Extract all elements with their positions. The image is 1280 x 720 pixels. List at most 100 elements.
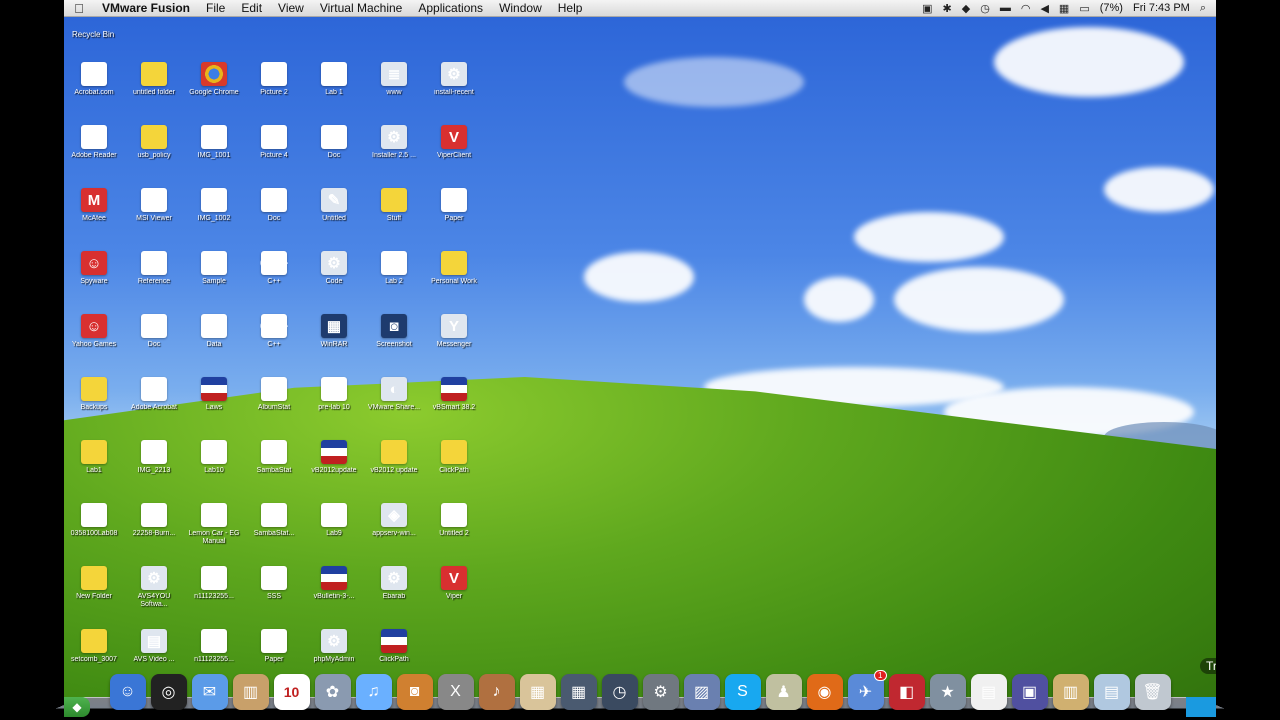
menu-edit[interactable]: Edit xyxy=(233,1,270,15)
desktop-icon[interactable]: V ViperClient xyxy=(424,125,484,188)
dock-preview-icon[interactable]: ▦ xyxy=(519,674,556,710)
desktop-icon[interactable]: ▤ Adobe Acrobat xyxy=(124,377,184,440)
menu-vmware-fusion[interactable]: VMware Fusion xyxy=(94,1,198,15)
flag-icon[interactable]: ▦ xyxy=(1059,2,1069,15)
desktop-icon[interactable]: ▤ IMG_1001 xyxy=(184,125,244,188)
dock-downloads-icon[interactable]: ▥ xyxy=(1052,674,1089,710)
desktop-icon[interactable]: ▤ Doc xyxy=(244,188,304,251)
desktop-icon[interactable]: A Acrobat.com xyxy=(64,62,124,125)
desktop-icon[interactable]: usb_policy xyxy=(124,125,184,188)
desktop-icon[interactable]: Lab1 xyxy=(64,440,124,503)
time-machine-icon[interactable]: ◷ xyxy=(980,2,990,15)
menu-help[interactable]: Help xyxy=(550,1,591,15)
desktop-icon[interactable]: ▤ IMG_2213 xyxy=(124,440,184,503)
menu-view[interactable]: View xyxy=(270,1,312,15)
wifi-icon[interactable]: ◠ xyxy=(1021,2,1031,15)
apple-menu-icon[interactable]:  xyxy=(64,1,94,16)
desktop-icon[interactable]: W Lab10 xyxy=(184,440,244,503)
desktop-icon[interactable]: ▤ IMG_1002 xyxy=(184,188,244,251)
desktop-icon[interactable]: C++ C++ xyxy=(244,251,304,314)
volume-icon[interactable]: ◀ xyxy=(1040,2,1048,15)
dock-ical-icon[interactable]: 10 xyxy=(273,674,310,710)
dock-document-icon[interactable]: ▤ xyxy=(970,674,1007,710)
dock-finder-icon[interactable]: ☺ xyxy=(109,674,146,710)
dock-skype-icon[interactable]: S xyxy=(724,674,761,710)
desktop-icon[interactable]: ◙ Screenshot xyxy=(364,314,424,377)
desktop-icon[interactable]: ▤ Paper xyxy=(424,188,484,251)
desktop-icon[interactable]: ▣ Picture 4 xyxy=(244,125,304,188)
dock-automator-icon[interactable]: ♟ xyxy=(765,674,802,710)
desktop-icon[interactable]: ▤ Sample xyxy=(184,251,244,314)
dock-firefox-icon[interactable]: ◉ xyxy=(806,674,843,710)
desktop-icon[interactable]: ⚙ Code xyxy=(304,251,364,314)
desktop-icon[interactable]: ▤ Lab 2 xyxy=(364,251,424,314)
desktop-icon[interactable]: ◐ VMware Share... xyxy=(364,377,424,440)
desktop-icon[interactable]: Backups xyxy=(64,377,124,440)
desktop-icon[interactable]: ▦ WinRAR xyxy=(304,314,364,377)
desktop-icon[interactable]: V Viper xyxy=(424,566,484,629)
dock-dashboard-icon[interactable]: ◎ xyxy=(150,674,187,710)
desktop-icon[interactable]: ◈ appserv-win... xyxy=(364,503,424,566)
desktop-icon[interactable]: New Folder xyxy=(64,566,124,629)
desktop-icon[interactable]: ▤ n11123255... xyxy=(184,566,244,629)
desktop-icon[interactable]: ⚙ install-recent xyxy=(424,62,484,125)
desktop-icon[interactable]: vBulletin-3-... xyxy=(304,566,364,629)
dock-time-machine-icon[interactable]: ◷ xyxy=(601,674,638,710)
menu-window[interactable]: Window xyxy=(491,1,550,15)
desktop-icon[interactable]: Wpre-lab 10 xyxy=(304,377,364,440)
desktop-icon[interactable]: ▤ MSI Viewer xyxy=(124,188,184,251)
battery-icon[interactable]: ▭ xyxy=(1079,2,1089,15)
desktop-icon[interactable]: ▤ SSS xyxy=(244,566,304,629)
desktop-icon[interactable]: Laws xyxy=(184,377,244,440)
desktop-icon[interactable]: W Lab 1 xyxy=(304,62,364,125)
dock-ichat-icon[interactable]: ✉ xyxy=(191,674,228,710)
desktop-icon[interactable]: ☺ Spyware xyxy=(64,251,124,314)
desktop-icon[interactable]: ▤ SambaStat xyxy=(244,440,304,503)
desktop-icon[interactable]: Stuff xyxy=(364,188,424,251)
desktop-icon[interactable]: vBSmart 38.2 xyxy=(424,377,484,440)
dock-x11-icon[interactable]: X xyxy=(437,674,474,710)
menu-applications[interactable]: Applications xyxy=(410,1,491,15)
desktop-icon[interactable]: ▤ Lemon Car - EG Manual xyxy=(184,503,244,566)
dock-photobooth-red-icon[interactable]: ◧ xyxy=(888,674,925,710)
desktop-icon[interactable]: W Untitled 2 xyxy=(424,503,484,566)
desktop-icon[interactable]: ClickPath xyxy=(424,440,484,503)
dock-photo-booth-icon[interactable]: ◙ xyxy=(396,674,433,710)
desktop-icon[interactable]: ≡ Doc xyxy=(304,125,364,188)
desktop-icon[interactable]: Y Messenger xyxy=(424,314,484,377)
desktop-icon[interactable]: vB2012 update xyxy=(364,440,424,503)
desktop-icon[interactable]: ◐ SambaStat... xyxy=(244,503,304,566)
desktop-icon[interactable]: ▣ Picture 2 xyxy=(244,62,304,125)
dropbox-icon[interactable]: ◆ xyxy=(962,2,970,15)
desktop-icon[interactable]: C++ C++ xyxy=(244,314,304,377)
desktop-icon[interactable]: untitled folder xyxy=(124,62,184,125)
desktop-icon[interactable]: ⚙ Ebarab xyxy=(364,566,424,629)
desktop-icon[interactable]: M McAfee xyxy=(64,188,124,251)
dock-itunes-icon[interactable]: ♫ xyxy=(355,674,392,710)
dock-garageband-icon[interactable]: ♪ xyxy=(478,674,515,710)
dock-stack-icon[interactable]: ▣ xyxy=(1011,674,1048,710)
desktop-icon[interactable]: Personal Work xyxy=(424,251,484,314)
desktop-icon[interactable]: A Adobe Reader xyxy=(64,125,124,188)
desktop-icon[interactable]: ✎ Untitled xyxy=(304,188,364,251)
menu-file[interactable]: File xyxy=(198,1,233,15)
clock[interactable]: Fri 7:43 PM xyxy=(1133,2,1190,14)
desktop-icon[interactable]: ▤ Data xyxy=(184,314,244,377)
dock-address-book-icon[interactable]: ▥ xyxy=(232,674,269,710)
desktop-icon[interactable]: vB2012update xyxy=(304,440,364,503)
desktop-icon[interactable]: W Lab9 xyxy=(304,503,364,566)
dock-system-preferences-icon[interactable]: ⚙ xyxy=(642,674,679,710)
desktop-icon[interactable]: W 0358100Lab08 xyxy=(64,503,124,566)
desktop-icon[interactable]: ☺ Yahoo Games xyxy=(64,314,124,377)
camera-icon[interactable]: ▣ xyxy=(922,2,932,15)
dock-mail-icon[interactable]: ✈ 1 xyxy=(847,670,887,710)
bluetooth-icon[interactable]: ✱ xyxy=(943,2,952,15)
dock-iphoto-icon[interactable]: ✿ xyxy=(314,674,351,710)
display-icon[interactable]: ▬ xyxy=(1000,2,1011,14)
dock-applications-stack-icon[interactable]: ▤ xyxy=(1093,674,1130,710)
desktop-icon[interactable]: ▤ 22258-Burn... xyxy=(124,503,184,566)
desktop-icon[interactable]: Google Chrome xyxy=(184,62,244,125)
dock-trash-icon[interactable]: 🗑 xyxy=(1134,674,1171,710)
desktop-icon[interactable]: ▤ Doc xyxy=(124,314,184,377)
desktop-icon[interactable]: ⚙ Installer 2.5 ... xyxy=(364,125,424,188)
